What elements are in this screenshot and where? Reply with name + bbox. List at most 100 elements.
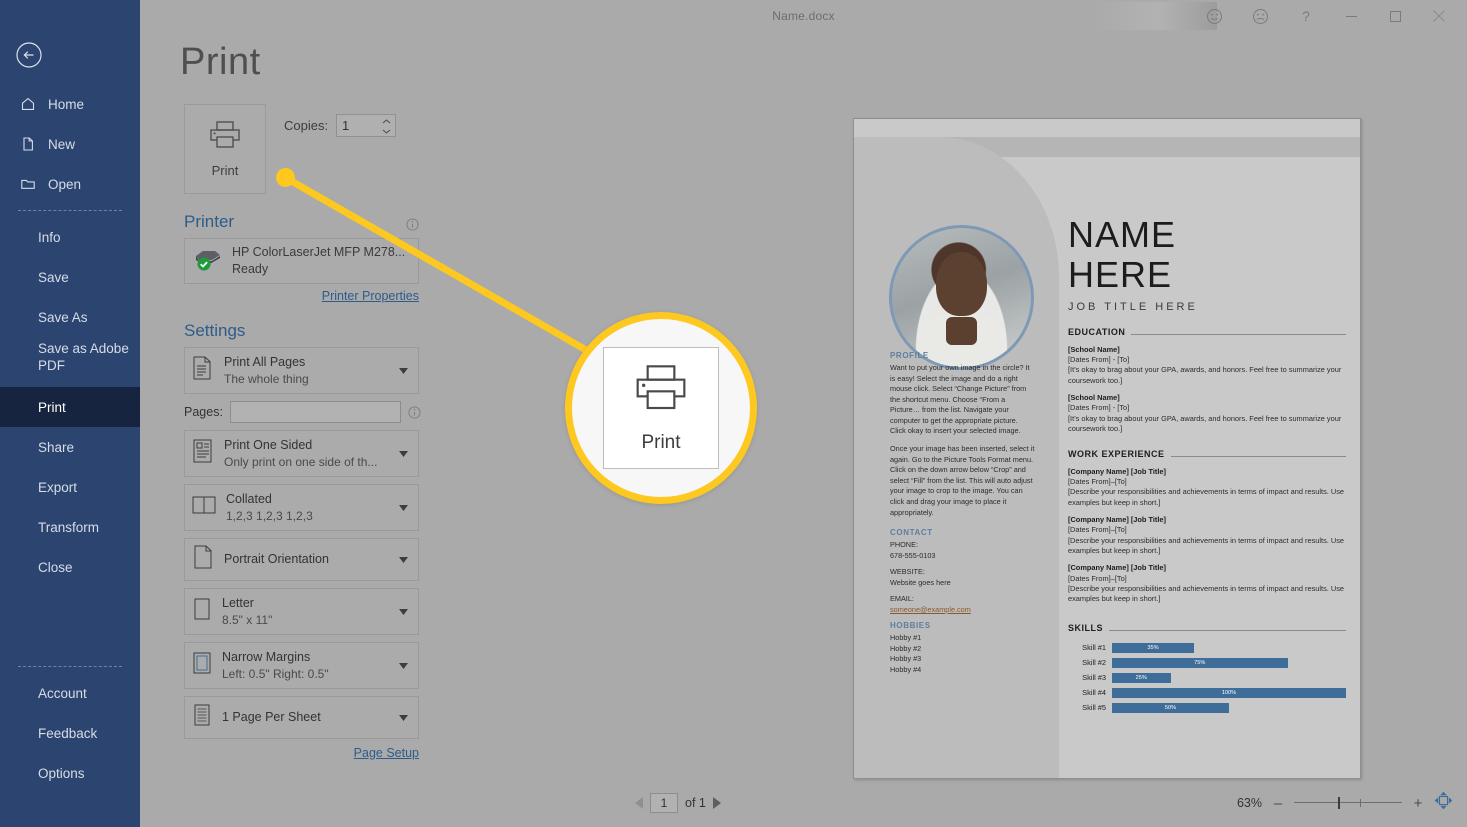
sidebar-item-home[interactable]: Home [0, 84, 140, 124]
skill-bar: 25% [1112, 672, 1171, 683]
callout-print-button[interactable]: Print [603, 347, 719, 469]
chevron-down-icon [399, 504, 408, 511]
website-value: Website goes here [890, 577, 951, 587]
pages-info-icon[interactable] [408, 405, 421, 419]
page-count-label: of 1 [685, 796, 706, 810]
skill-row: Skill #4 100% [1068, 687, 1346, 698]
minimize-button[interactable] [1329, 0, 1373, 32]
sidebar-item-save[interactable]: Save [0, 257, 140, 297]
sidebar-item-label: Info [38, 229, 61, 245]
close-button[interactable] [1417, 0, 1461, 32]
page-navigator: of 1 [635, 793, 721, 813]
next-page-icon[interactable] [712, 797, 721, 809]
sidebar-item-info[interactable]: Info [0, 217, 140, 257]
zoom-to-page-icon[interactable] [1434, 791, 1453, 815]
previous-page-icon[interactable] [635, 797, 643, 809]
setting-margins[interactable]: Narrow Margins Left: 0.5" Right: 0.5" [184, 642, 419, 689]
sidebar-item-label: Save as Adobe PDF [38, 341, 129, 373]
company-name: [Company Name] [Job Title] [1068, 563, 1167, 573]
zoom-slider-thumb[interactable] [1338, 797, 1340, 809]
pages-row: Pages: [184, 401, 421, 423]
setting-collation[interactable]: Collated 1,2,3 1,2,3 1,2,3 [184, 484, 419, 531]
work-entry: [Company Name] [Job Title] [Dates From]–… [1068, 467, 1346, 508]
sad-face-icon[interactable] [1237, 0, 1283, 32]
sidebar-item-transform[interactable]: Transform [0, 507, 140, 547]
backstage-sidebar: Home New Open Info Save Save As Save as … [0, 0, 140, 827]
folder-icon [20, 176, 36, 192]
page-setup-link[interactable]: Page Setup [184, 746, 419, 760]
printer-section-heading: Printer [184, 212, 419, 232]
spinner-arrows[interactable] [380, 116, 392, 137]
pages-input[interactable] [229, 401, 401, 423]
copies-spinner[interactable] [336, 114, 397, 137]
education-heading: EDUCATION [1068, 327, 1346, 338]
sidebar-item-print[interactable]: Print [0, 387, 140, 427]
printer-icon [632, 363, 690, 418]
resume-left-column: PROFILE Want to put your own image in th… [890, 351, 1035, 675]
avatar-photo [892, 228, 1031, 367]
website-label: WEBSITE: [890, 567, 925, 577]
skill-bar: 75% [1112, 657, 1288, 668]
maximize-button[interactable] [1373, 0, 1417, 32]
hobby-item: Hobby #1 [890, 632, 922, 642]
zoom-slider-tick [1360, 799, 1361, 807]
skill-bar: 35% [1112, 642, 1194, 653]
sidebar-item-label: Feedback [38, 725, 98, 741]
sidebar-item-share[interactable]: Share [0, 427, 140, 467]
sidebar-nav: Home New Open Info Save Save As Save as … [0, 84, 140, 587]
printer-status: Ready [232, 262, 269, 276]
copies-input[interactable] [337, 115, 382, 136]
school-desc: [It’s okay to brag about your GPA, award… [1068, 413, 1342, 434]
printer-device-icon [193, 247, 223, 276]
zoom-out-button[interactable]: – [1272, 795, 1284, 812]
education-entry: [School Name] [Dates From] - [To] [It’s … [1068, 345, 1346, 386]
contact-heading: CONTACT [890, 528, 933, 538]
sidebar-item-options[interactable]: Options [0, 753, 140, 793]
printer-selector[interactable]: HP ColorLaserJet MFP M278... Ready [184, 238, 419, 284]
work-dates: [Dates From]–[To] [1068, 573, 1127, 583]
sidebar-item-account[interactable]: Account [0, 673, 140, 713]
work-entry: [Company Name] [Job Title] [Dates From]–… [1068, 515, 1346, 556]
skill-track: 50% [1112, 702, 1346, 713]
printer-info-icon[interactable] [406, 218, 419, 231]
skill-value: 35% [1147, 644, 1159, 651]
chevron-down-icon [382, 129, 390, 134]
skills-heading-text: SKILLS [1068, 622, 1104, 633]
skills-heading: SKILLS [1068, 623, 1346, 634]
sidebar-item-save-as[interactable]: Save As [0, 297, 140, 337]
email-value[interactable]: someone@example.com [890, 605, 1035, 614]
sidebar-item-new[interactable]: New [0, 124, 140, 164]
happy-face-icon[interactable] [1191, 0, 1237, 32]
sidebar-item-save-as-adobe-pdf[interactable]: Save as Adobe PDF [0, 337, 140, 387]
sidebar-item-open[interactable]: Open [0, 164, 140, 204]
setting-paper-size[interactable]: Letter 8.5" x 11" [184, 588, 419, 635]
settings-section-heading: Settings [184, 321, 419, 341]
sidebar-item-export[interactable]: Export [0, 467, 140, 507]
one-sided-icon [191, 438, 215, 469]
skill-bar: 50% [1112, 702, 1229, 713]
print-button-label: Print [211, 163, 239, 178]
print-settings-column: Print Copies: Printer [184, 104, 421, 760]
back-button[interactable] [14, 40, 44, 70]
skills-chart: Skill #1 35% Skill #2 75% Skill #3 25% S… [1068, 642, 1346, 713]
zoom-slider[interactable] [1294, 796, 1402, 810]
printer-properties-link[interactable]: Printer Properties [184, 289, 419, 303]
setting-orientation[interactable]: Portrait Orientation [184, 538, 419, 581]
avatar-head [936, 251, 987, 316]
zoom-in-button[interactable]: + [1412, 795, 1424, 812]
print-button[interactable]: Print [184, 104, 266, 194]
work-desc: [Describe your responsibilities and achi… [1068, 584, 1345, 604]
resume-name-line2: HERE [1068, 254, 1173, 296]
sidebar-item-close[interactable]: Close [0, 547, 140, 587]
setting-subtitle: Only print on one side of th... [224, 454, 378, 469]
work-heading-text: WORK EXPERIENCE [1068, 448, 1165, 459]
work-dates: [Dates From]–[To] [1068, 476, 1127, 486]
setting-pages-per-sheet[interactable]: 1 Page Per Sheet [184, 696, 419, 739]
setting-subtitle: 1,2,3 1,2,3 1,2,3 [226, 508, 313, 523]
current-page-input[interactable] [650, 793, 678, 813]
setting-print-range[interactable]: Print All Pages The whole thing [184, 347, 419, 394]
help-icon[interactable]: ? [1283, 0, 1329, 32]
file-icon [20, 136, 36, 152]
sidebar-item-feedback[interactable]: Feedback [0, 713, 140, 753]
setting-one-sided[interactable]: Print One Sided Only print on one side o… [184, 430, 419, 477]
